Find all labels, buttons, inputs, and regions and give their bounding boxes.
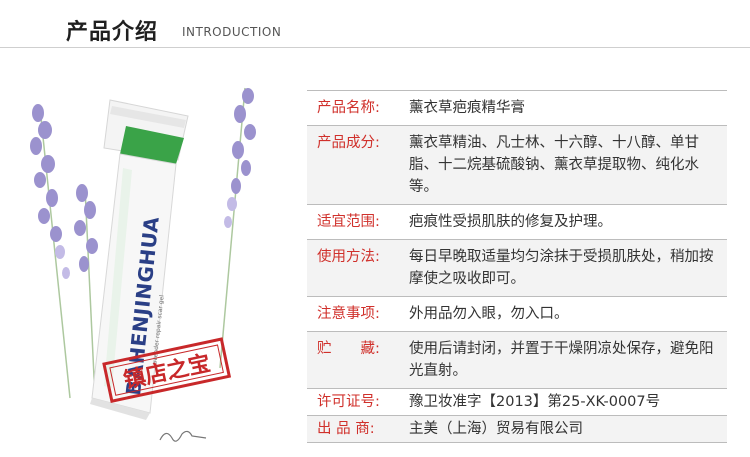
info-row-name: 产品名称: 薰衣草疤痕精华膏 <box>307 91 727 126</box>
row-value: 每日早晚取适量均匀涂抹于受损肌肤处，稍加按摩使之吸收即可。 <box>409 249 714 287</box>
info-row-usage: 使用方法: 每日早晚取适量均匀涂抹于受损肌肤处，稍加按摩使之吸收即可。 <box>307 240 727 297</box>
row-value: 薰衣草精油、凡士林、十六醇、十八醇、单甘脂、十二烷基硫酸钠、薰衣草提取物、纯化水… <box>409 135 699 195</box>
row-value: 豫卫妆准字【2013】第25-XK-0007号 <box>409 394 661 410</box>
section-title: 产品介绍 <box>66 19 159 45</box>
info-row-scope: 适宜范围: 疤痕性受损肌肤的修复及护理。 <box>307 205 727 240</box>
row-value: 使用后请封闭，并置于干燥阴凉处保存，避免阳光直射。 <box>409 341 714 379</box>
info-row-ingredients: 产品成分: 薰衣草精油、凡士林、十六醇、十八醇、单甘脂、十二烷基硫酸钠、薰衣草提… <box>307 126 727 205</box>
info-row-license: 许可证号: 豫卫妆准字【2013】第25-XK-0007号 <box>307 389 727 416</box>
info-row-notes: 注意事项: 外用品勿入眼，勿入口。 <box>307 297 727 332</box>
section-subtitle: INTRODUCTION <box>182 25 282 39</box>
row-label: 产品成分: <box>317 135 380 151</box>
product-illustration: BAHENJINGHUA Lavender repair scar gel 镇店… <box>30 87 256 442</box>
product-info-table: 产品名称: 薰衣草疤痕精华膏 产品成分: 薰衣草精油、凡士林、十六醇、十八醇、单… <box>307 90 727 443</box>
row-label: 产品名称: <box>317 100 380 116</box>
row-label: 使用方法: <box>317 249 380 265</box>
product-image: BAHENJINGHUA Lavender repair scar gel 镇店… <box>0 68 310 457</box>
row-value: 疤痕性受损肌肤的修复及护理。 <box>409 214 612 230</box>
row-value: 外用品勿入眼，勿入口。 <box>409 306 569 322</box>
info-row-manufacturer: 出 品 商: 主美（上海）贸易有限公司 <box>307 416 727 443</box>
signature-scribble <box>159 430 207 442</box>
row-label: 适宜范围: <box>317 214 380 230</box>
row-label: 出 品 商: <box>317 421 375 437</box>
row-label: 贮 藏: <box>317 341 380 357</box>
info-row-storage: 贮 藏: 使用后请封闭，并置于干燥阴凉处保存，避免阳光直射。 <box>307 332 727 389</box>
row-label: 许可证号: <box>317 394 380 410</box>
header-divider <box>0 47 750 48</box>
row-label: 注意事项: <box>317 306 380 322</box>
section-header: 产品介绍 INTRODUCTION <box>0 0 750 68</box>
row-value: 薰衣草疤痕精华膏 <box>409 100 525 116</box>
row-value: 主美（上海）贸易有限公司 <box>409 421 583 437</box>
